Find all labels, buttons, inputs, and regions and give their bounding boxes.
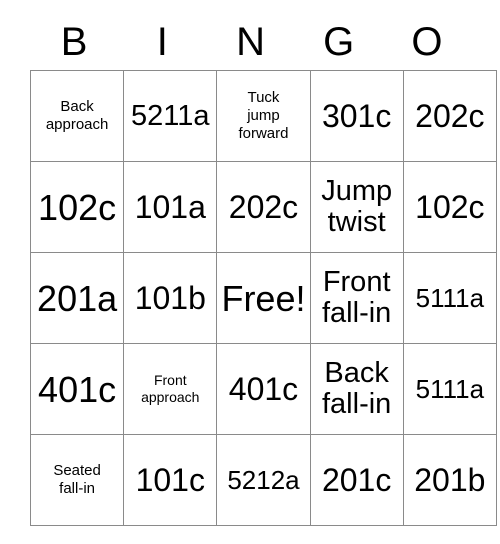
bingo-cell-label: 301c — [321, 98, 392, 134]
bingo-cell-label: Back fall-in — [322, 357, 392, 420]
bingo-cell-label: 101b — [134, 280, 206, 316]
bingo-cell-label: Free! — [221, 277, 306, 319]
bingo-cell-label: Back approach — [45, 98, 109, 133]
bingo-cell-label: 201c — [321, 462, 392, 498]
bingo-cell[interactable]: 201b — [402, 434, 497, 526]
bingo-cell-label: 102c — [415, 189, 485, 225]
bingo-cell[interactable]: 5111a — [402, 252, 497, 344]
bingo-cell-label: 102c — [38, 186, 117, 228]
bingo-cell[interactable]: 102c — [29, 161, 125, 253]
bingo-cell[interactable]: 201a — [29, 252, 125, 344]
bingo-cell[interactable]: 5212a — [216, 434, 311, 526]
bingo-cell[interactable]: 5211a — [123, 70, 218, 162]
bingo-card: B I N G O Back approach 5211a Tuck jump for… — [29, 14, 497, 526]
bingo-cell[interactable]: Jump twist — [309, 161, 404, 253]
bingo-cell[interactable]: Front fall-in — [309, 252, 404, 344]
bingo-header: B I N G O — [30, 14, 471, 70]
bingo-cell-label: 5111a — [415, 374, 485, 404]
bingo-cell[interactable]: Front approach — [123, 343, 218, 435]
bingo-cell[interactable]: Tuck jump forward — [216, 70, 311, 162]
bingo-header-letter-i: I — [156, 20, 168, 64]
bingo-grid: Back approach 5211a Tuck jump forward 301c … — [29, 70, 497, 526]
bingo-cell-label: 202c — [415, 98, 485, 134]
bingo-header-letter-g: G — [323, 20, 355, 64]
bingo-cell[interactable]: Back approach — [29, 70, 125, 162]
bingo-grid-body: Back approach 5211a Tuck jump forward 301c … — [29, 70, 497, 526]
bingo-cell[interactable]: 301c — [309, 70, 404, 162]
bingo-cell[interactable]: 201c — [309, 434, 404, 526]
bingo-cell-label: 101c — [135, 462, 205, 498]
bingo-cell-label: Seated fall-in — [53, 462, 101, 497]
bingo-cell-free[interactable]: Free! — [216, 252, 311, 344]
bingo-row: 401c Front approach 401c Back fall-in 5111… — [29, 343, 497, 435]
bingo-row: Back approach 5211a Tuck jump forward 301c … — [29, 70, 497, 162]
bingo-row: Seated fall-in 101c 5212a 201c 201b — [29, 434, 497, 526]
bingo-cell-label: Front approach — [141, 372, 200, 405]
bingo-cell[interactable]: 401c — [29, 343, 125, 435]
bingo-cell-label: 201b — [414, 462, 486, 498]
bingo-cell-label: 202c — [228, 189, 299, 225]
bingo-cell[interactable]: 102c — [402, 161, 497, 253]
bingo-cell-label: 401c — [38, 368, 117, 410]
bingo-header-letter-n: N — [236, 20, 265, 64]
bingo-cell[interactable]: Seated fall-in — [29, 434, 125, 526]
bingo-cell[interactable]: 101a — [123, 161, 218, 253]
bingo-cell[interactable]: 202c — [402, 70, 497, 162]
bingo-cell-label: 5111a — [415, 283, 485, 313]
bingo-cell-label: Front fall-in — [322, 266, 392, 329]
bingo-cell-label: 5211a — [131, 99, 210, 132]
bingo-header-letter-o: O — [411, 20, 443, 64]
bingo-cell-label: Tuck jump forward — [238, 89, 289, 142]
bingo-cell[interactable]: 202c — [216, 161, 311, 253]
bingo-cell[interactable]: Back fall-in — [309, 343, 404, 435]
bingo-cell-label: Jump twist — [321, 175, 393, 238]
bingo-cell[interactable]: 401c — [216, 343, 311, 435]
bingo-cell[interactable]: 5111a — [402, 343, 497, 435]
bingo-row: 102c 101a 202c Jump twist 102c — [29, 161, 497, 253]
bingo-cell[interactable]: 101c — [123, 434, 218, 526]
bingo-cell-label: 401c — [228, 371, 299, 407]
bingo-cell[interactable]: 101b — [123, 252, 218, 344]
bingo-header-letter-b: B — [60, 20, 88, 64]
bingo-row: 201a 101b Free! Front fall-in 5111a — [29, 252, 497, 344]
bingo-cell-label: 5212a — [227, 465, 300, 495]
bingo-cell-label: 101a — [134, 189, 206, 225]
bingo-cell-label: 201a — [37, 277, 118, 319]
